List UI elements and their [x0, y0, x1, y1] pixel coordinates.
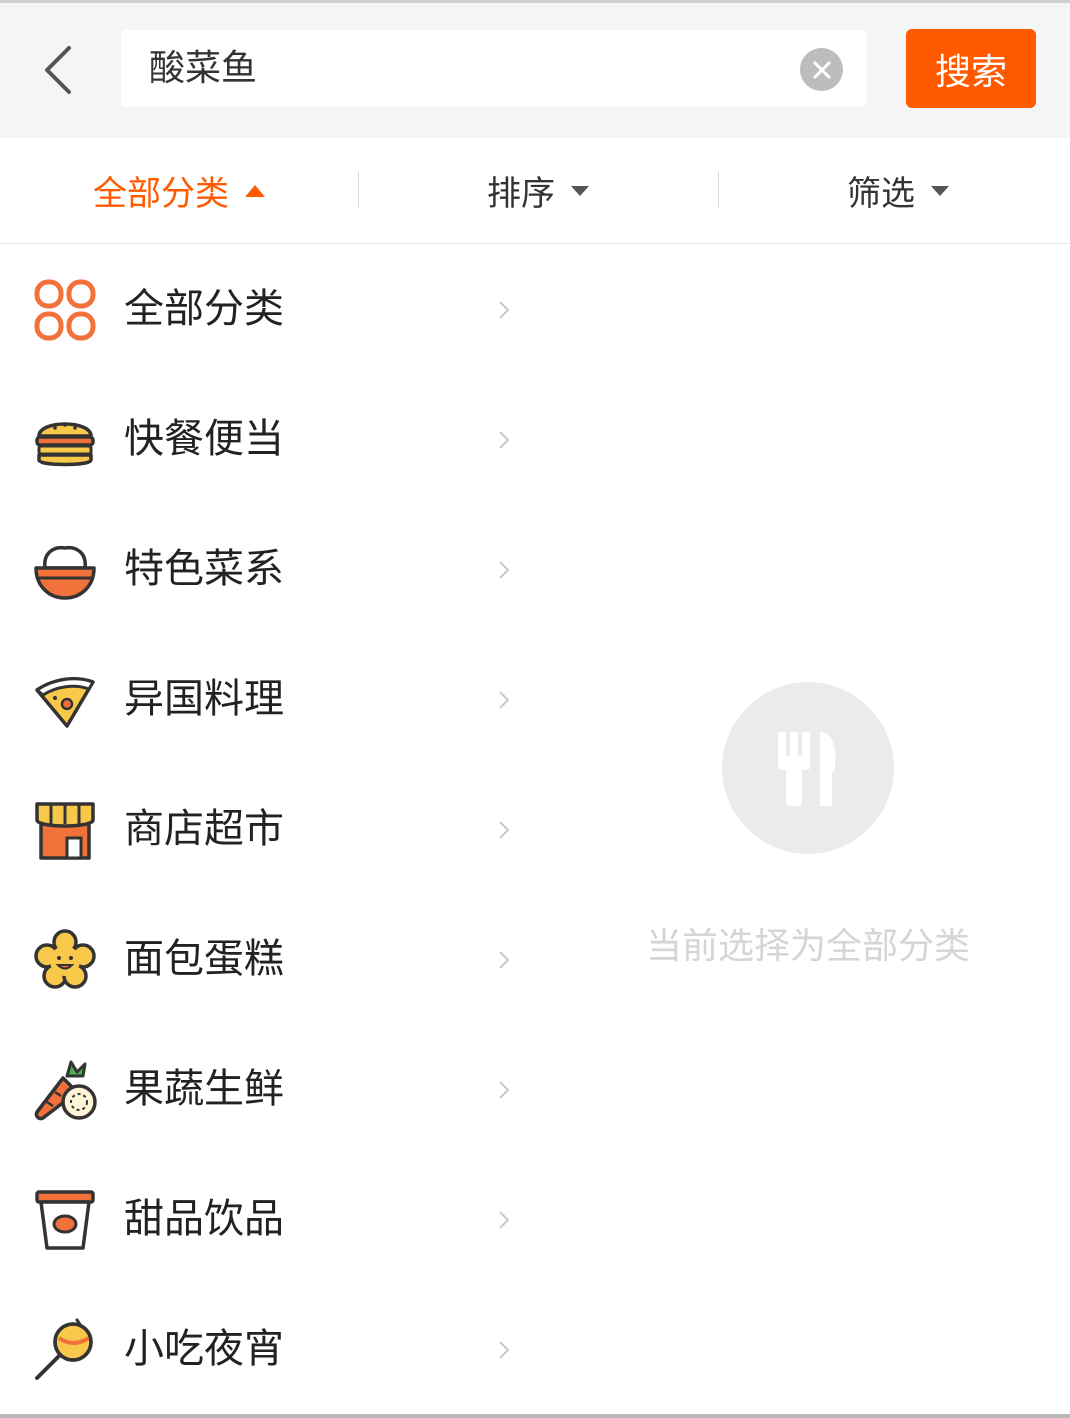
category-item-specialty[interactable]: 特色菜系	[0, 504, 540, 634]
empty-state: 当前选择为全部分类	[600, 682, 1016, 982]
chevron-right-icon	[499, 1081, 510, 1099]
category-item-bakery[interactable]: 面包蛋糕	[0, 894, 540, 1024]
skewer-icon	[35, 1318, 93, 1380]
search-input[interactable]	[149, 30, 789, 107]
category-label: 全部分类	[124, 286, 284, 332]
chevron-right-icon	[499, 951, 510, 969]
search-header: 搜索	[0, 3, 1070, 138]
search-box[interactable]	[121, 30, 866, 107]
empty-state-badge	[722, 682, 894, 854]
caret-up-icon	[245, 184, 265, 197]
caret-down-icon	[931, 185, 949, 196]
category-label: 快餐便当	[124, 416, 284, 462]
empty-state-message: 当前选择为全部分类	[645, 926, 970, 967]
tab-sort[interactable]: 排序	[359, 138, 717, 243]
tab-sort-label: 排序	[487, 174, 555, 214]
carrot-icon	[34, 1060, 97, 1121]
bottom-border	[0, 1414, 1070, 1418]
chevron-right-icon	[499, 691, 510, 709]
category-item-all[interactable]: 全部分类	[0, 244, 540, 374]
tab-filter[interactable]: 筛选	[719, 138, 1070, 243]
category-label: 商店超市	[124, 806, 284, 852]
bread-icon	[34, 929, 96, 989]
category-label: 小吃夜宵	[124, 1326, 284, 1372]
category-label: 异国料理	[124, 676, 284, 722]
chevron-right-icon	[499, 1341, 510, 1359]
category-item-store[interactable]: 商店超市	[0, 764, 540, 894]
close-icon	[813, 61, 830, 78]
category-list: 全部分类 快餐便当 特色菜系 异国料理 商店超市 面包蛋糕 果蔬生鲜 甜品饮品 …	[0, 244, 540, 1414]
category-item-snacks[interactable]: 小吃夜宵	[0, 1284, 540, 1414]
chevron-right-icon	[499, 301, 510, 319]
chevron-right-icon	[499, 821, 510, 839]
tab-all-categories[interactable]: 全部分类	[0, 138, 358, 243]
category-item-foreign[interactable]: 异国料理	[0, 634, 540, 764]
clear-search-button[interactable]	[800, 48, 843, 91]
caret-down-icon	[571, 185, 589, 196]
search-button[interactable]: 搜索	[906, 29, 1036, 108]
category-label: 特色菜系	[124, 546, 284, 592]
fork-knife-icon	[778, 732, 836, 806]
grid-icon	[34, 279, 96, 341]
chevron-right-icon	[499, 1211, 510, 1229]
tab-all-categories-label: 全部分类	[93, 174, 229, 214]
tab-filter-label: 筛选	[847, 174, 915, 214]
rice-bowl-icon	[34, 545, 96, 600]
burger-icon	[35, 422, 95, 467]
chevron-right-icon	[499, 561, 510, 579]
store-icon	[35, 802, 95, 860]
drink-cup-icon	[35, 1190, 95, 1250]
category-item-fast-food[interactable]: 快餐便当	[0, 374, 540, 504]
back-button[interactable]	[28, 38, 88, 102]
pizza-slice-icon	[35, 676, 95, 728]
chevron-right-icon	[499, 431, 510, 449]
category-label: 面包蛋糕	[124, 936, 284, 982]
filter-bar: 全部分类 排序 筛选	[0, 138, 1070, 244]
category-label: 甜品饮品	[124, 1196, 284, 1242]
category-item-drinks[interactable]: 甜品饮品	[0, 1154, 540, 1284]
category-label: 果蔬生鲜	[124, 1066, 284, 1112]
chevron-left-icon	[45, 46, 71, 94]
category-item-produce[interactable]: 果蔬生鲜	[0, 1024, 540, 1154]
